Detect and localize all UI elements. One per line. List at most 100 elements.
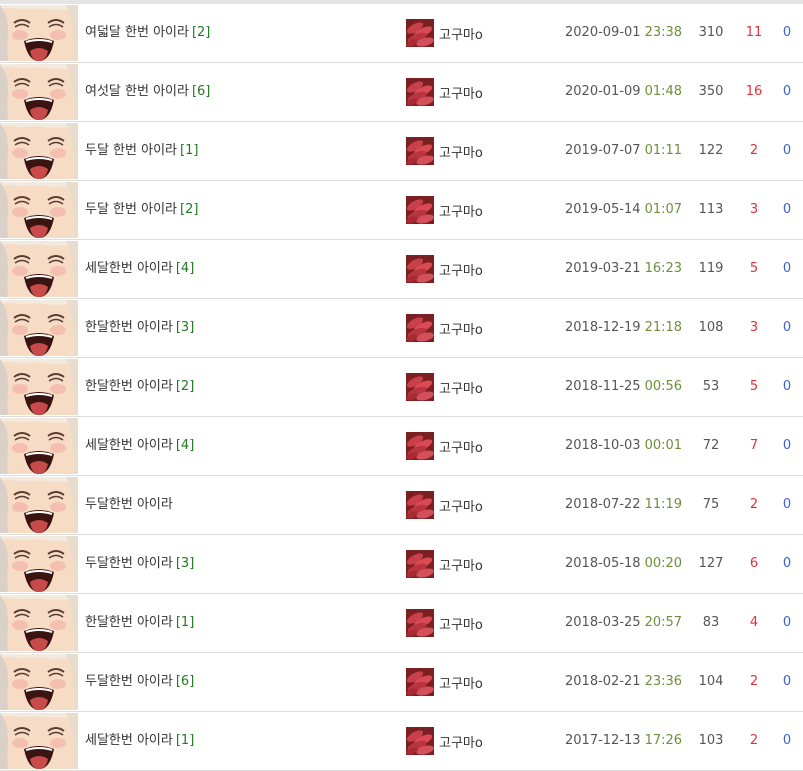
anime-face-thumbnail-icon[interactable] xyxy=(0,713,78,769)
author-name: 고구마o xyxy=(439,27,483,43)
view-count: 119 xyxy=(698,261,724,276)
anime-face-thumbnail-icon[interactable] xyxy=(0,359,78,415)
sweet-potato-avatar-icon xyxy=(406,196,434,224)
view-count: 72 xyxy=(702,438,720,453)
comment-count[interactable]: [6] xyxy=(176,674,194,689)
author[interactable]: 고구마o xyxy=(406,417,483,475)
comment-count[interactable]: [4] xyxy=(176,438,194,453)
author-name: 고구마o xyxy=(439,558,483,574)
author[interactable]: 고구마o xyxy=(406,476,483,534)
author[interactable]: 고구마o xyxy=(406,63,483,121)
author[interactable]: 고구마o xyxy=(406,181,483,239)
comment-count[interactable]: [2] xyxy=(192,25,210,40)
anime-face-thumbnail-icon[interactable] xyxy=(0,418,78,474)
author-name: 고구마o xyxy=(439,86,483,102)
dislike-count: 0 xyxy=(782,320,792,335)
post-row: 여덟달 한번 아이라 [2] 고구마o 2020-09-01 23:38 310 1… xyxy=(0,4,803,63)
anime-face-thumbnail-icon[interactable] xyxy=(0,595,78,651)
anime-face-thumbnail-icon[interactable] xyxy=(0,182,78,238)
post-date-day: 2019-07-07 xyxy=(565,143,641,158)
post-title-link[interactable]: 한달한번 아이라 xyxy=(85,320,173,335)
author[interactable]: 고구마o xyxy=(406,4,483,62)
post-row: 세달한번 아이라 [1] 고구마o 2017-12-13 17:26 103 2 0 xyxy=(0,712,803,771)
like-count: 11 xyxy=(745,25,763,40)
author[interactable]: 고구마o xyxy=(406,712,483,770)
post-date: 2018-03-25 20:57 xyxy=(565,594,682,652)
anime-face-thumbnail-icon[interactable] xyxy=(0,536,78,592)
post-title-link[interactable]: 두달 한번 아이라 xyxy=(85,143,177,158)
post-title-link[interactable]: 두달한번 아이라 xyxy=(85,556,173,571)
post-date: 2020-09-01 23:38 xyxy=(565,4,682,62)
sweet-potato-avatar-icon xyxy=(406,432,434,460)
dislike-count: 0 xyxy=(782,438,792,453)
comment-count[interactable]: [2] xyxy=(180,202,198,217)
comment-count[interactable]: [3] xyxy=(176,556,194,571)
post-row: 두달 한번 아이라 [2] 고구마o 2019-05-14 01:07 113 3 … xyxy=(0,181,803,240)
comment-count[interactable]: [1] xyxy=(176,615,194,630)
author[interactable]: 고구마o xyxy=(406,653,483,711)
like-count: 6 xyxy=(749,556,759,571)
post-title-link[interactable]: 세달한번 아이라 xyxy=(85,733,173,748)
post-title-link[interactable]: 두달한번 아이라 xyxy=(85,674,173,689)
sweet-potato-avatar-icon xyxy=(406,19,434,47)
author[interactable]: 고구마o xyxy=(406,299,483,357)
anime-face-thumbnail-icon[interactable] xyxy=(0,5,78,61)
post-title-link[interactable]: 두달 한번 아이라 xyxy=(85,202,177,217)
author[interactable]: 고구마o xyxy=(406,122,483,180)
dislike-count: 0 xyxy=(782,261,792,276)
post-title-link[interactable]: 한달한번 아이라 xyxy=(85,615,173,630)
post-title-link[interactable]: 여덟달 한번 아이라 xyxy=(85,25,189,40)
view-count: 104 xyxy=(698,674,724,689)
view-count: 103 xyxy=(698,733,724,748)
anime-face-thumbnail-icon[interactable] xyxy=(0,477,78,533)
comment-count[interactable]: [1] xyxy=(176,733,194,748)
post-time: 01:11 xyxy=(644,143,683,158)
comment-count[interactable]: [1] xyxy=(180,143,198,158)
dislike-count: 0 xyxy=(782,202,792,217)
post-time: 20:57 xyxy=(644,615,683,630)
comment-count[interactable]: [6] xyxy=(192,84,210,99)
anime-face-thumbnail-icon[interactable] xyxy=(0,64,78,120)
like-count: 5 xyxy=(749,379,759,394)
post-date-day: 2019-05-14 xyxy=(565,202,641,217)
post-date: 2018-10-03 00:01 xyxy=(565,417,682,475)
post-title-link[interactable]: 여섯달 한번 아이라 xyxy=(85,84,189,99)
post-title-link[interactable]: 세달한번 아이라 xyxy=(85,261,173,276)
like-count: 5 xyxy=(749,261,759,276)
anime-face-thumbnail-icon[interactable] xyxy=(0,654,78,710)
comment-count[interactable]: [2] xyxy=(176,379,194,394)
anime-face-thumbnail-icon[interactable] xyxy=(0,123,78,179)
comment-count[interactable]: [3] xyxy=(176,320,194,335)
comment-count[interactable]: [4] xyxy=(176,261,194,276)
post-title-link[interactable]: 한달한번 아이라 xyxy=(85,379,173,394)
post-time: 23:38 xyxy=(644,25,683,40)
post-date: 2019-07-07 01:11 xyxy=(565,122,682,180)
dislike-count: 0 xyxy=(782,25,792,40)
author[interactable]: 고구마o xyxy=(406,358,483,416)
author-name: 고구마o xyxy=(439,263,483,279)
post-title-link[interactable]: 두달한번 아이라 xyxy=(85,497,173,512)
post-date: 2018-12-19 21:18 xyxy=(565,299,682,357)
anime-face-thumbnail-icon[interactable] xyxy=(0,300,78,356)
dislike-count: 0 xyxy=(782,615,792,630)
post-row: 두달한번 아이라 [6] 고구마o 2018-02-21 23:36 104 2 0 xyxy=(0,653,803,712)
sweet-potato-avatar-icon xyxy=(406,491,434,519)
anime-face-thumbnail-icon[interactable] xyxy=(0,241,78,297)
like-count: 2 xyxy=(749,674,759,689)
author[interactable]: 고구마o xyxy=(406,535,483,593)
like-count: 4 xyxy=(749,615,759,630)
author-name: 고구마o xyxy=(439,440,483,456)
sweet-potato-avatar-icon xyxy=(406,137,434,165)
post-date: 2017-12-13 17:26 xyxy=(565,712,682,770)
dislike-count: 0 xyxy=(782,84,792,99)
post-date-day: 2018-03-25 xyxy=(565,615,641,630)
post-date: 2020-01-09 01:48 xyxy=(565,63,682,121)
post-title-link[interactable]: 세달한번 아이라 xyxy=(85,438,173,453)
sweet-potato-avatar-icon xyxy=(406,668,434,696)
author[interactable]: 고구마o xyxy=(406,240,483,298)
author[interactable]: 고구마o xyxy=(406,594,483,652)
post-date: 2019-05-14 01:07 xyxy=(565,181,682,239)
post-row: 세달한번 아이라 [4] 고구마o 2018-10-03 00:01 72 7 0 xyxy=(0,417,803,476)
post-date-day: 2020-09-01 xyxy=(565,25,641,40)
sweet-potato-avatar-icon xyxy=(406,78,434,106)
